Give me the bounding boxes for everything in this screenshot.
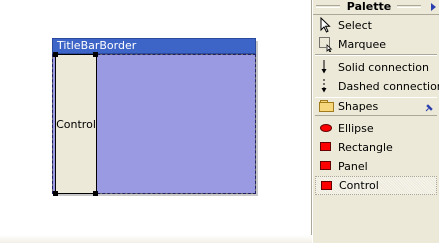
palette-title: Palette: [346, 0, 392, 13]
tool-ellipse-label: Ellipse: [338, 121, 374, 135]
titlebar-border-figure[interactable]: TitleBarBorder Control: [52, 38, 258, 196]
selection-handle-bottom-left[interactable]: [53, 191, 58, 196]
figure-shadow-bottom: [55, 194, 258, 196]
panel-icon: [318, 158, 334, 174]
rectangle-icon: [318, 139, 334, 155]
tool-panel-label: Panel: [338, 159, 368, 173]
solid-connection-icon: [318, 59, 334, 75]
tool-rectangle[interactable]: Rectangle: [315, 138, 437, 156]
control-icon: [319, 178, 335, 194]
tool-solid-connection[interactable]: Solid connection: [315, 58, 437, 76]
marquee-icon: [318, 36, 334, 53]
palette-grip-right: [397, 5, 421, 8]
canvas-scroll-edge: [0, 235, 312, 243]
diagram-canvas[interactable]: TitleBarBorder Control: [0, 0, 312, 243]
tool-dashed-connection[interactable]: Dashed connection: [315, 77, 439, 95]
pin-icon[interactable]: [425, 102, 433, 112]
tool-panel[interactable]: Panel: [315, 157, 437, 175]
tool-marquee-label: Marquee: [338, 37, 387, 51]
tool-rectangle-label: Rectangle: [338, 140, 393, 154]
figure-shadow-right: [256, 41, 258, 196]
palette-separator: [315, 54, 437, 56]
tool-solid-connection-label: Solid connection: [338, 60, 429, 74]
selection-handle-bottom-right[interactable]: [93, 191, 98, 196]
control-shape-label: Control: [56, 117, 96, 131]
palette-header[interactable]: Palette: [313, 0, 439, 15]
tool-control-label: Control: [339, 179, 379, 192]
tool-select-label: Select: [338, 18, 372, 32]
tool-control[interactable]: Control: [315, 176, 437, 195]
palette-grip-left: [316, 5, 340, 8]
folder-open-icon: [319, 100, 335, 113]
palette-panel: Palette Select Marquee Solid connection …: [312, 0, 439, 243]
selection-handle-top-right[interactable]: [93, 52, 98, 57]
drawer-shapes[interactable]: Shapes: [315, 97, 437, 116]
figure-title-bar[interactable]: TitleBarBorder: [52, 38, 256, 54]
selection-handle-top-left[interactable]: [53, 52, 58, 57]
tool-ellipse[interactable]: Ellipse: [315, 119, 437, 137]
drawer-shapes-label: Shapes: [338, 100, 379, 113]
tool-marquee[interactable]: Marquee: [315, 35, 437, 53]
tool-dashed-connection-label: Dashed connection: [338, 79, 439, 93]
tool-select[interactable]: Select: [315, 16, 437, 34]
ellipse-icon: [318, 120, 334, 136]
palette-collapse-arrow-icon[interactable]: [431, 3, 436, 11]
control-shape[interactable]: Control: [55, 54, 97, 194]
dashed-connection-icon: [318, 78, 334, 94]
arrow-pointer-icon: [318, 16, 334, 33]
